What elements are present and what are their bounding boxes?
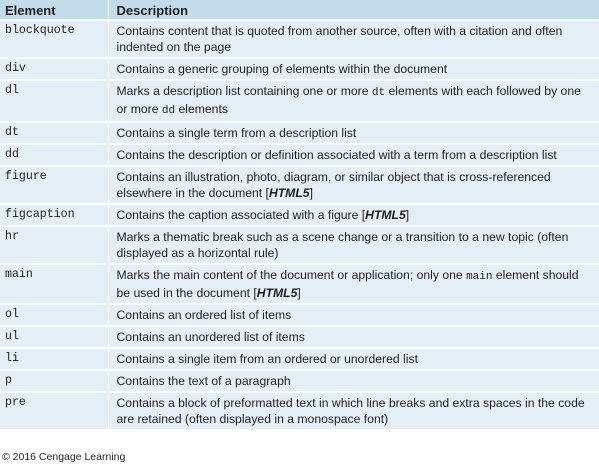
- table-row: ul Contains an unordered list of items: [0, 325, 599, 348]
- header-element: Element: [0, 0, 108, 21]
- description-text: Contains an unordered list of items: [116, 330, 305, 344]
- table-row: ol Contains an ordered list of items: [0, 303, 599, 326]
- description-text: Marks a description list containing one …: [116, 84, 372, 98]
- element-cell: hr: [0, 225, 108, 264]
- description-cell: Contains an ordered list of items: [107, 303, 599, 326]
- table-row: figcaption Contains the caption associate…: [0, 203, 599, 226]
- element-cell: pre: [0, 391, 108, 429]
- inline-code: main: [466, 271, 493, 283]
- table-body: blockquote Contains content that is quote…: [0, 19, 599, 429]
- description-cell: Contains an illustration, photo, diagram…: [107, 165, 599, 204]
- description-text: Marks the main content of the document o…: [116, 268, 467, 282]
- description-text: Contains a single term from a descriptio…: [116, 126, 357, 140]
- description-cell: Marks a description list containing one …: [107, 79, 599, 122]
- html5-tag: HTML5: [365, 208, 406, 222]
- element-cell: dd: [0, 143, 108, 166]
- element-cell: figcaption: [0, 203, 108, 226]
- header-description: Description: [107, 0, 599, 21]
- description-text: ]: [297, 286, 301, 300]
- description-cell: Contains the description or definition a…: [107, 143, 599, 166]
- table-row: p Contains the text of a paragraph: [0, 369, 599, 392]
- description-cell: Marks the main content of the document o…: [107, 263, 599, 304]
- html5-tag: HTML5: [256, 286, 298, 300]
- element-cell: dt: [0, 121, 108, 144]
- element-table: Element Description blockquote Contains c…: [0, 0, 599, 429]
- description-text: Marks a thematic break such as a scene c…: [116, 230, 569, 260]
- element-cell: dl: [0, 79, 108, 122]
- description-text: Contains the text of a paragraph: [116, 374, 291, 388]
- copyright-notice: © 2016 Cengage Learning: [2, 451, 126, 463]
- html5-tag: HTML5: [268, 186, 310, 200]
- description-text: Contains an illustration, photo, diagram…: [116, 170, 551, 200]
- element-cell: ol: [0, 303, 108, 326]
- element-cell: p: [0, 369, 108, 392]
- table-row: main Marks the main content of the docume…: [0, 263, 599, 304]
- description-text: Contains the description or definition a…: [116, 148, 557, 162]
- description-text: Contains an ordered list of items: [116, 308, 292, 322]
- description-cell: Contains the text of a paragraph: [107, 369, 599, 392]
- table-row: div Contains a generic grouping of elemen…: [0, 57, 599, 80]
- description-text: Contains a generic grouping of elements …: [116, 62, 448, 76]
- description-cell: Contains a single term from a descriptio…: [107, 121, 599, 144]
- description-text: Contains a single item from an ordered o…: [116, 352, 418, 366]
- header-row: Element Description: [0, 0, 599, 21]
- element-cell: li: [0, 347, 108, 370]
- description-text: Contains the caption associated with a f…: [116, 208, 366, 222]
- description-text: ]: [309, 186, 313, 200]
- table-row: blockquote Contains content that is quote…: [0, 19, 599, 58]
- table-row: dd Contains the description or definition…: [0, 143, 599, 166]
- element-cell: blockquote: [0, 19, 108, 58]
- description-cell: Contains a single item from an ordered o…: [107, 347, 599, 370]
- element-cell: figure: [0, 165, 108, 204]
- description-text: Contains content that is quoted from ano…: [116, 24, 563, 54]
- description-cell: Contains a generic grouping of elements …: [107, 57, 599, 80]
- inline-code: dt: [371, 87, 386, 99]
- description-cell: Contains content that is quoted from ano…: [107, 19, 599, 58]
- element-cell: ul: [0, 325, 108, 348]
- description-text: Contains a block of preformatted text in…: [116, 396, 585, 426]
- description-cell: Contains an unordered list of items: [107, 325, 599, 348]
- description-text: elements: [175, 102, 228, 116]
- table-header: Element Description: [0, 0, 599, 21]
- element-cell: div: [0, 57, 108, 80]
- table-row: dl Marks a description list containing on…: [0, 79, 599, 122]
- description-cell: Contains a block of preformatted text in…: [107, 391, 599, 429]
- table-row: hr Marks a thematic break such as a scene…: [0, 225, 599, 264]
- description-cell: Contains the caption associated with a f…: [107, 203, 599, 226]
- element-table-container: Element Description blockquote Contains c…: [0, 0, 599, 429]
- description-text: ]: [405, 208, 410, 222]
- element-cell: main: [0, 263, 108, 304]
- description-cell: Marks a thematic break such as a scene c…: [107, 225, 599, 264]
- table-row: figure Contains an illustration, photo, d…: [0, 165, 599, 204]
- table-row: li Contains a single item from an ordered…: [0, 347, 599, 370]
- inline-code: dd: [161, 105, 176, 117]
- table-row: dt Contains a single term from a descript…: [0, 121, 599, 144]
- table-row: pre Contains a block of preformatted text…: [0, 391, 599, 429]
